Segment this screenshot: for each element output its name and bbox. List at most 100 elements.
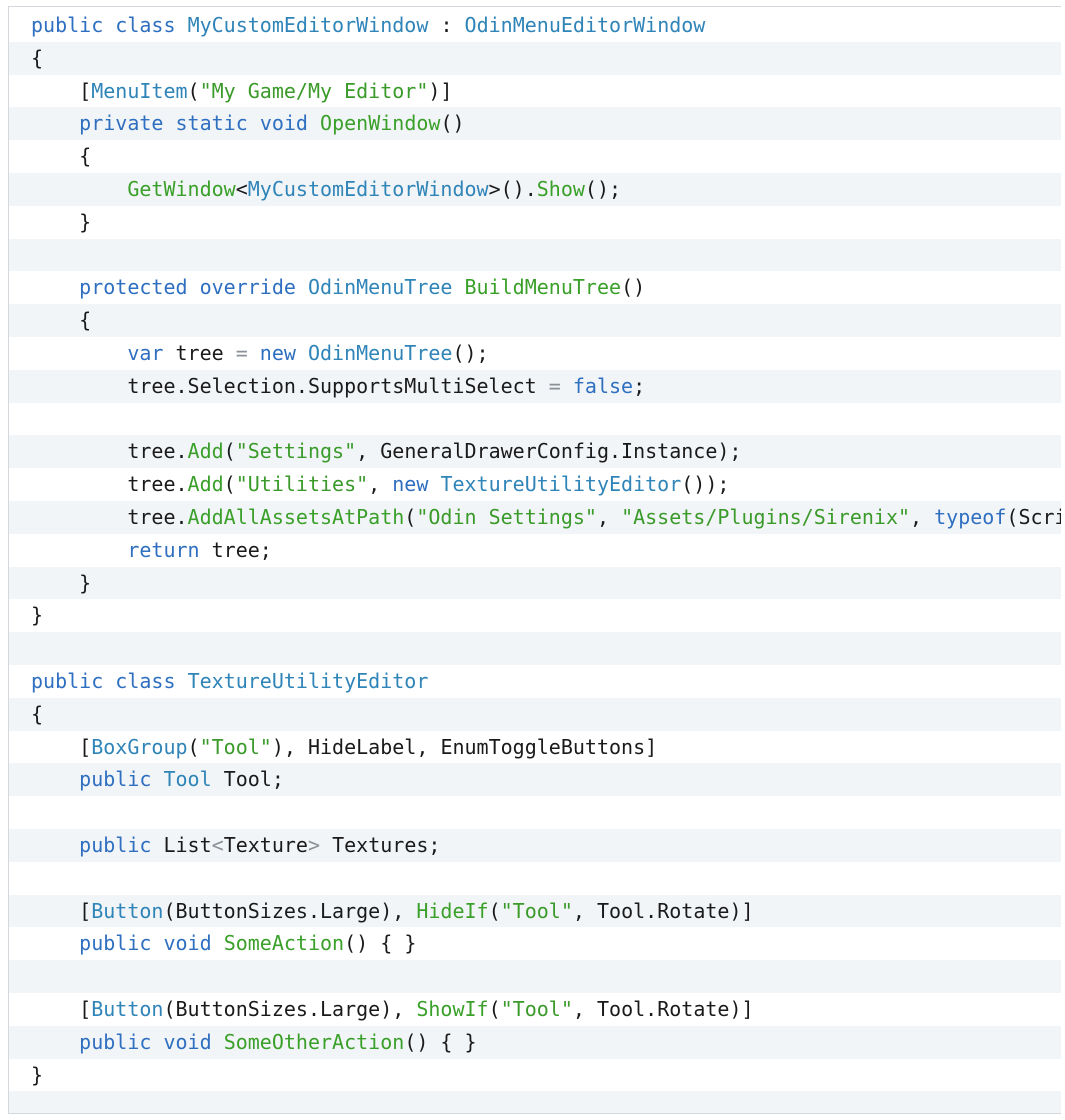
code-line: } <box>9 566 1061 600</box>
code-line <box>9 238 1061 272</box>
code-token: tree. <box>31 439 188 464</box>
code-token: "Tool" <box>500 996 573 1021</box>
code-line: tree.Add("Settings", GeneralDrawerConfig… <box>9 435 1061 469</box>
code-token: < <box>235 176 248 201</box>
code-token: } <box>31 1062 44 1087</box>
code-line: public Tool Tool; <box>9 763 1061 797</box>
code-token: class <box>115 668 176 693</box>
code-token: typeof <box>934 504 1007 529</box>
code-token: return <box>127 537 200 562</box>
code-token: ( <box>223 439 236 464</box>
code-token: Button <box>91 898 164 923</box>
code-token: class <box>115 13 176 37</box>
code-token: )] <box>428 78 453 103</box>
code-token: ( <box>404 504 417 529</box>
code-token: () <box>440 111 465 136</box>
code-line: private static void OpenWindow() <box>9 107 1061 141</box>
code-token: Add <box>187 472 224 497</box>
code-token: (); <box>452 340 489 365</box>
code-token: [ <box>79 78 92 103</box>
code-token: public <box>79 1029 152 1054</box>
code-line: protected override OdinMenuTree BuildMen… <box>9 271 1061 304</box>
code-token: tree. <box>31 472 188 497</box>
code-token: Scri <box>1018 504 1061 529</box>
code-token: OpenWindow <box>320 111 441 136</box>
code-token: () { } <box>404 1029 477 1054</box>
code-token: Show <box>536 176 585 201</box>
code-token: void <box>259 111 308 136</box>
code-line: public void SomeAction() { } <box>9 927 1061 960</box>
code-token: "Tool" <box>199 734 272 759</box>
code-token: > <box>307 832 321 857</box>
code-line: public void SomeOtherAction() { } <box>9 1025 1061 1059</box>
code-token: false <box>572 373 634 398</box>
code-token: ShowIf <box>416 996 489 1021</box>
code-token: tree. <box>31 504 188 529</box>
code-token: ] <box>645 734 658 759</box>
code-token: ( <box>223 472 236 497</box>
code-line: [Button(ButtonSizes.Large), ShowIf("Tool… <box>9 993 1061 1026</box>
code-token: TextureUtilityEditor <box>440 472 682 497</box>
code-line: public class TextureUtilityEditor <box>9 665 1061 698</box>
code-token: = <box>548 373 561 398</box>
code-line: var tree = new OdinMenuTree(); <box>9 337 1061 370</box>
code-token: GeneralDrawerConfig.Instance <box>380 439 718 464</box>
code-token: ), <box>380 898 417 923</box>
code-token: (); <box>584 176 622 201</box>
code-token: static <box>175 111 248 136</box>
code-token: )] <box>729 996 754 1021</box>
code-token: var <box>127 340 164 365</box>
code-token: ()); <box>681 472 730 497</box>
code-token: ( <box>187 734 200 759</box>
code-line: [BoxGroup("Tool"), HideLabel, EnumToggle… <box>9 731 1061 764</box>
code-token: public <box>79 767 152 792</box>
code-token: < <box>211 832 224 857</box>
code-line: } <box>9 206 1061 239</box>
code-token: [ <box>79 898 92 923</box>
code-line: tree.Add("Utilities", new TextureUtility… <box>9 468 1061 501</box>
code-token: } <box>31 603 44 628</box>
code-block: public class MyCustomEditorWindow : Odin… <box>8 6 1061 1114</box>
code-token: () { } <box>344 931 417 956</box>
code-token: ; <box>633 373 646 398</box>
code-token: List <box>151 832 212 857</box>
code-line: } <box>9 599 1061 632</box>
code-token: { <box>31 45 44 70</box>
code-token: protected <box>79 275 188 300</box>
code-token: HideLabel <box>307 734 417 759</box>
code-token: SomeAction <box>223 931 345 956</box>
code-line: return tree; <box>9 534 1061 567</box>
code-line: GetWindow<MyCustomEditorWindow>().Show()… <box>9 172 1061 206</box>
code-token: ( <box>163 996 176 1021</box>
code-token: ( <box>163 898 176 923</box>
code-token: TextureUtilityEditor <box>187 668 429 693</box>
code-token: ( <box>1006 504 1019 529</box>
code-token: BoxGroup <box>91 734 188 759</box>
